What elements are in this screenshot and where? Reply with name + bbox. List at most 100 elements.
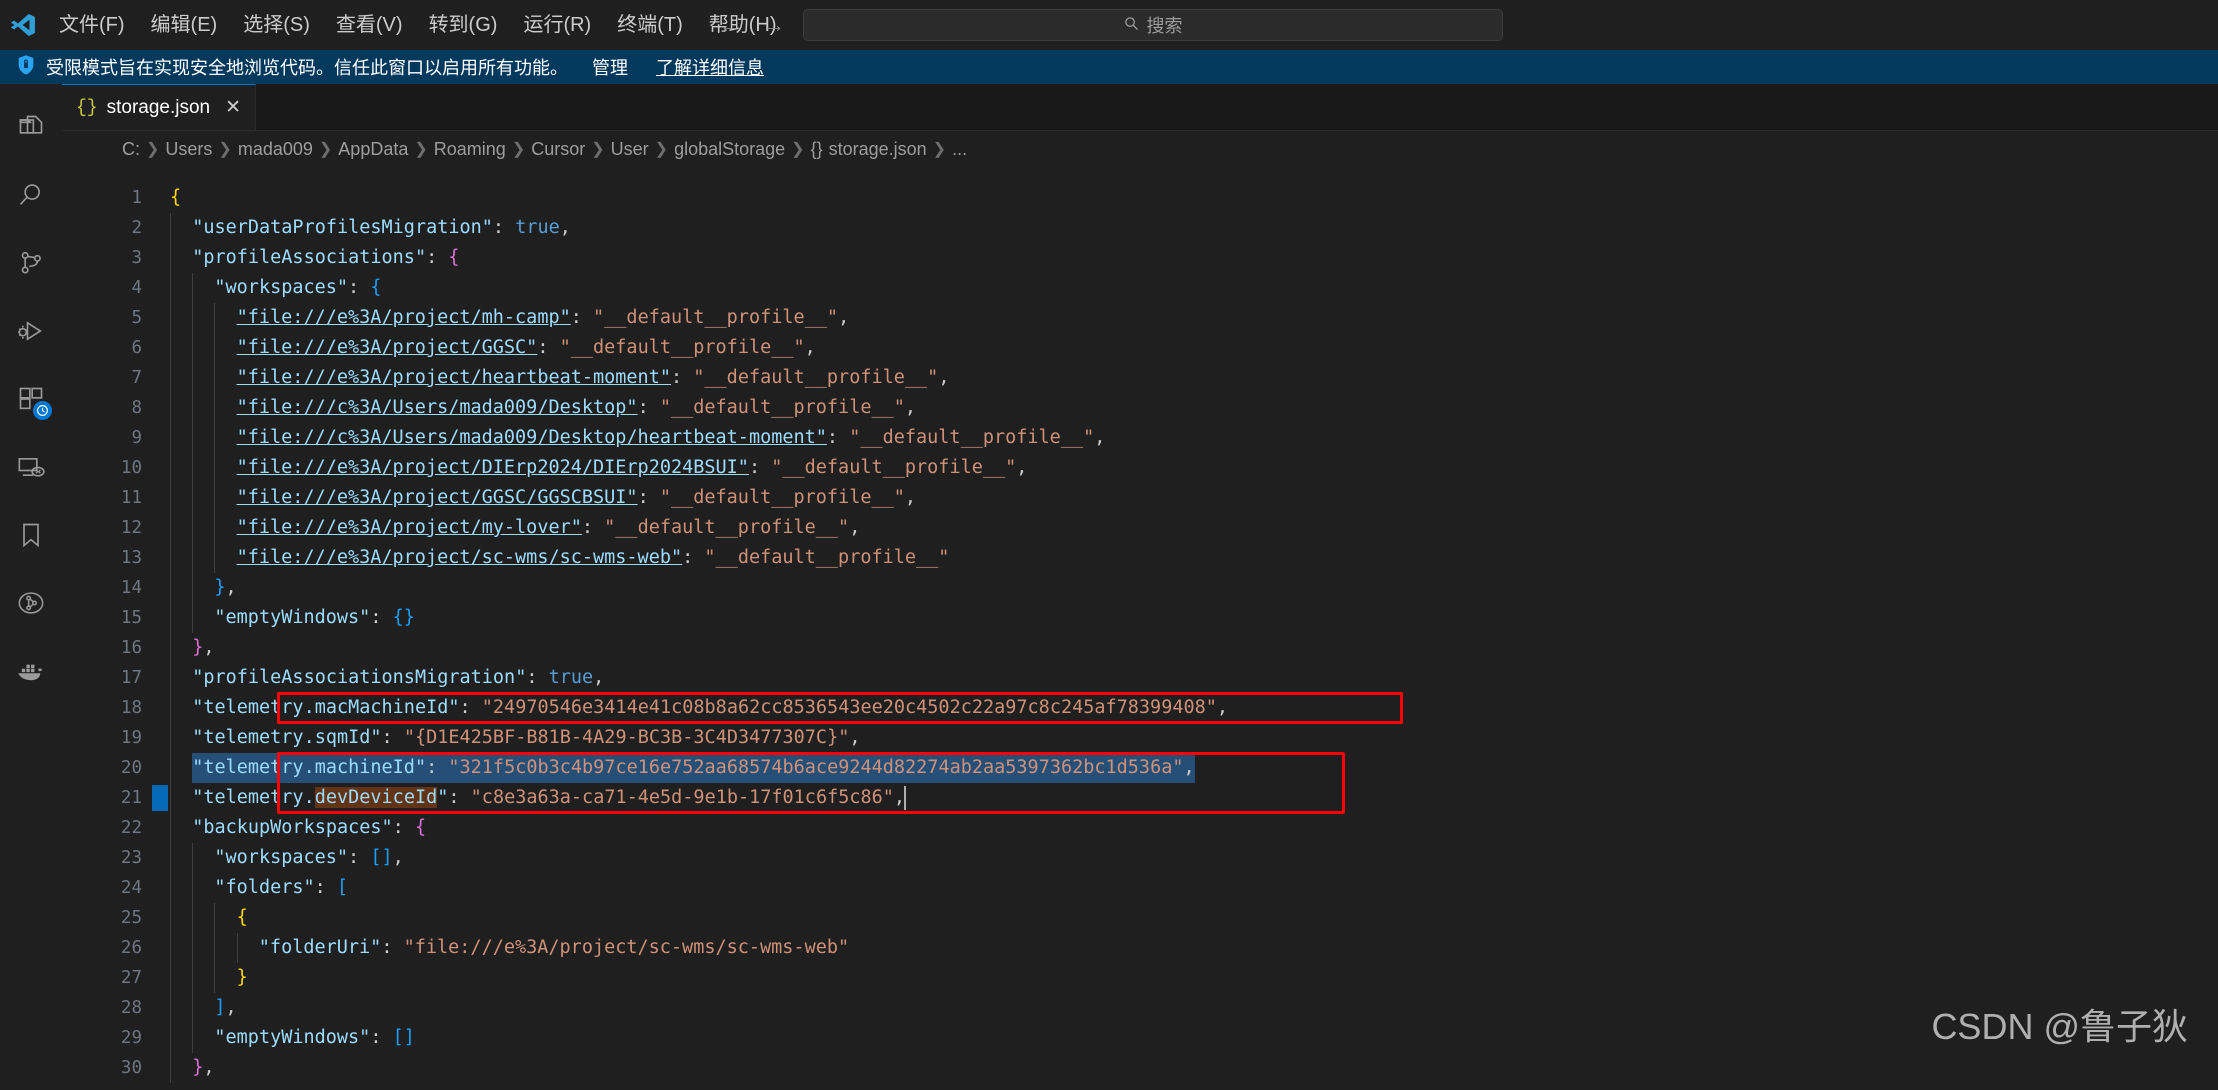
nav-back-button[interactable]: ← bbox=[715, 12, 745, 38]
breadcrumb-item-7[interactable]: globalStorage bbox=[674, 139, 785, 160]
chevron-right-icon: ❯ bbox=[146, 139, 159, 159]
code-line-text[interactable]: "telemetry.devDeviceId": "c8e3a63a-ca71-… bbox=[192, 783, 906, 813]
nav-forward-button[interactable]: → bbox=[759, 12, 789, 38]
code-line-text[interactable]: "file:///c%3A/Users/mada009/Desktop": "_… bbox=[237, 393, 916, 423]
code-line-text[interactable]: "file:///e%3A/project/GGSC": "__default_… bbox=[237, 333, 816, 363]
breadcrumb-item-2[interactable]: mada009 bbox=[238, 139, 313, 160]
menu-terminal[interactable]: 终端(T) bbox=[604, 8, 696, 42]
code-line[interactable]: 20"telemetry.machineId": "321f5c0b3c4b97… bbox=[62, 753, 2218, 783]
menu-selection[interactable]: 选择(S) bbox=[230, 8, 323, 42]
activity-item-search[interactable] bbox=[0, 166, 62, 228]
code-line[interactable]: 8"file:///c%3A/Users/mada009/Desktop": "… bbox=[62, 393, 2218, 423]
activity-item-docker[interactable] bbox=[0, 642, 62, 704]
code-line[interactable]: 14}, bbox=[62, 573, 2218, 603]
activity-item-project-manager[interactable] bbox=[0, 574, 62, 636]
code-line[interactable]: 28], bbox=[62, 993, 2218, 1023]
line-number: 19 bbox=[62, 723, 170, 753]
code-line[interactable]: 19 "telemetry.sqmId": "{D1E425BF-B81B-4A2… bbox=[62, 723, 2218, 753]
code-line-text[interactable]: ], bbox=[214, 993, 236, 1023]
learn-more-link[interactable]: 了解详细信息 bbox=[656, 54, 764, 80]
code-line[interactable]: 17"profileAssociationsMigration": true, bbox=[62, 663, 2218, 693]
trust-banner-message: 受限模式旨在实现安全地浏览代码。信任此窗口以启用所有功能。 bbox=[46, 54, 568, 80]
code-line-text[interactable]: "telemetry.machineId": "321f5c0b3c4b97ce… bbox=[192, 753, 1194, 783]
tab-storage-json[interactable]: {} storage.json ✕ bbox=[62, 84, 256, 130]
code-line-text[interactable]: "file:///e%3A/project/sc-wms/sc-wms-web"… bbox=[237, 543, 950, 573]
menu-file[interactable]: 文件(F) bbox=[46, 8, 138, 42]
code-line[interactable]: 25{ bbox=[62, 903, 2218, 933]
code-line[interactable]: 18"telemetry.macMachineId": "24970546e34… bbox=[62, 693, 2218, 723]
code-line[interactable]: 3"profileAssociations": { bbox=[62, 243, 2218, 273]
activity-item-extensions[interactable] bbox=[0, 370, 62, 432]
activity-item-source-control[interactable] bbox=[0, 234, 62, 296]
code-line-text[interactable]: "workspaces": [], bbox=[214, 843, 403, 873]
code-line[interactable]: 29"emptyWindows": [] bbox=[62, 1023, 2218, 1053]
code-line-text[interactable]: "workspaces": { bbox=[214, 273, 381, 303]
menu-view[interactable]: 查看(V) bbox=[323, 8, 416, 42]
code-line-text[interactable]: "file:///e%3A/project/my-lover": "__defa… bbox=[237, 513, 861, 543]
activity-item-run-and-debug[interactable] bbox=[0, 302, 62, 364]
code-line-text[interactable]: "file:///c%3A/Users/mada009/Desktop/hear… bbox=[237, 423, 1106, 453]
manage-trust-link[interactable]: 管理 bbox=[592, 54, 628, 80]
code-line[interactable]: 30}, bbox=[62, 1053, 2218, 1083]
code-line[interactable]: 16}, bbox=[62, 633, 2218, 663]
code-line-text[interactable]: }, bbox=[192, 633, 214, 663]
code-line[interactable]: 9"file:///c%3A/Users/mada009/Desktop/hea… bbox=[62, 423, 2218, 453]
menu-go[interactable]: 转到(G) bbox=[416, 8, 511, 42]
code-line-text[interactable]: "profileAssociationsMigration": true, bbox=[192, 663, 604, 693]
code-line-text[interactable]: }, bbox=[214, 573, 236, 603]
code-line-text[interactable]: }, bbox=[192, 1053, 214, 1083]
code-line[interactable]: 22"backupWorkspaces": { bbox=[62, 813, 2218, 843]
code-line[interactable]: 4"workspaces": { bbox=[62, 273, 2218, 303]
menu-edit[interactable]: 编辑(E) bbox=[138, 8, 231, 42]
code-line[interactable]: 5"file:///e%3A/project/mh-camp": "__defa… bbox=[62, 303, 2218, 333]
code-line-text[interactable]: "file:///e%3A/project/DIErp2024/DIErp202… bbox=[237, 453, 1028, 483]
code-line[interactable]: 15"emptyWindows": {} bbox=[62, 603, 2218, 633]
code-line[interactable]: 13"file:///e%3A/project/sc-wms/sc-wms-we… bbox=[62, 543, 2218, 573]
code-line[interactable]: 26"folderUri": "file:///e%3A/project/sc-… bbox=[62, 933, 2218, 963]
breadcrumb-item-6[interactable]: User bbox=[611, 139, 649, 160]
code-line-text[interactable]: "emptyWindows": {} bbox=[214, 603, 415, 633]
code-line-text[interactable]: "emptyWindows": [] bbox=[214, 1023, 415, 1053]
breadcrumb-file[interactable]: storage.json bbox=[829, 139, 927, 160]
breadcrumb-item-0[interactable]: C: bbox=[122, 139, 140, 160]
code-line-text[interactable]: "telemetry.sqmId": "{D1E425BF-B81B-4A29-… bbox=[192, 723, 860, 753]
activity-item-bookmarks[interactable] bbox=[0, 506, 62, 568]
code-line[interactable]: 24"folders": [ bbox=[62, 873, 2218, 903]
project-manager-icon bbox=[17, 589, 45, 622]
breadcrumb-item-5[interactable]: Cursor bbox=[531, 139, 585, 160]
breadcrumb-item-4[interactable]: Roaming bbox=[434, 139, 506, 160]
code-line[interactable]: 23"workspaces": [], bbox=[62, 843, 2218, 873]
close-icon[interactable]: ✕ bbox=[225, 96, 241, 119]
breadcrumb-item-1[interactable]: Users bbox=[165, 139, 212, 160]
code-line-text[interactable]: "file:///e%3A/project/mh-camp": "__defau… bbox=[237, 303, 850, 333]
code-line-text[interactable]: { bbox=[237, 903, 248, 933]
code-line[interactable]: 7"file:///e%3A/project/heartbeat-moment"… bbox=[62, 363, 2218, 393]
code-line-text[interactable]: "telemetry.macMachineId": "24970546e3414… bbox=[192, 693, 1228, 723]
code-line-text[interactable]: { bbox=[170, 183, 181, 213]
code-line[interactable]: 1{ bbox=[62, 183, 2218, 213]
code-line-text[interactable]: "userDataProfilesMigration": true, bbox=[192, 213, 571, 243]
code-line-text[interactable]: "profileAssociations": { bbox=[192, 243, 459, 273]
menu-bar[interactable]: 文件(F) 编辑(E) 选择(S) 查看(V) 转到(G) 运行(R) 终端(T… bbox=[46, 8, 790, 42]
code-line[interactable]: 27} bbox=[62, 963, 2218, 993]
breadcrumb-more[interactable]: ... bbox=[952, 139, 967, 160]
menu-run[interactable]: 运行(R) bbox=[510, 8, 604, 42]
code-line-text[interactable]: "folders": [ bbox=[214, 873, 348, 903]
code-line[interactable]: 11"file:///e%3A/project/GGSC/GGSCBSUI": … bbox=[62, 483, 2218, 513]
code-line-text[interactable]: "file:///e%3A/project/heartbeat-moment":… bbox=[237, 363, 950, 393]
code-line-text[interactable]: "backupWorkspaces": { bbox=[192, 813, 426, 843]
code-line-text[interactable]: "file:///e%3A/project/GGSC/GGSCBSUI": "_… bbox=[237, 483, 916, 513]
code-line[interactable]: 6"file:///e%3A/project/GGSC": "__default… bbox=[62, 333, 2218, 363]
code-line[interactable]: 2"userDataProfilesMigration": true, bbox=[62, 213, 2218, 243]
breadcrumb-item-3[interactable]: AppData bbox=[338, 139, 408, 160]
code-line[interactable]: 21"telemetry.devDeviceId": "c8e3a63a-ca7… bbox=[62, 783, 2218, 813]
activity-item-explorer[interactable] bbox=[0, 98, 62, 160]
code-line[interactable]: 12"file:///e%3A/project/my-lover": "__de… bbox=[62, 513, 2218, 543]
code-line-text[interactable]: } bbox=[237, 963, 248, 993]
code-line-text[interactable]: "folderUri": "file:///e%3A/project/sc-wm… bbox=[259, 933, 849, 963]
code-line[interactable]: 10"file:///e%3A/project/DIErp2024/DIErp2… bbox=[62, 453, 2218, 483]
code-lines[interactable]: 1{2"userDataProfilesMigration": true,3"p… bbox=[62, 183, 2218, 1083]
code-editor[interactable]: 1{2"userDataProfilesMigration": true,3"p… bbox=[62, 167, 2218, 1090]
activity-item-remote-explorer[interactable] bbox=[0, 438, 62, 500]
command-search-input[interactable]: 搜索 bbox=[803, 9, 1503, 41]
